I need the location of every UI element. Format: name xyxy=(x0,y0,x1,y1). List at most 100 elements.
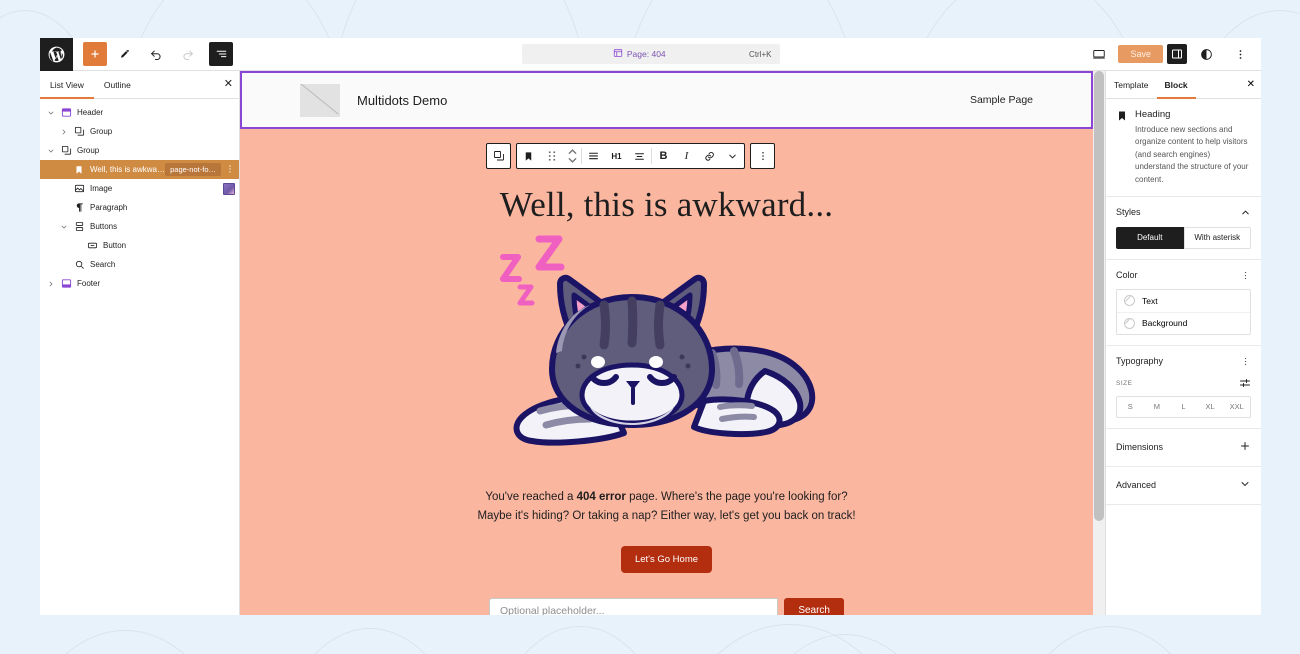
tab-block[interactable]: Block xyxy=(1157,71,1196,99)
more-options-icon[interactable] xyxy=(751,144,774,168)
bold-button[interactable]: B xyxy=(652,144,675,168)
plus-icon[interactable] xyxy=(1239,440,1251,455)
inspector-tabs: Template Block ✕ xyxy=(1106,71,1261,99)
page-404-content: Well, this is awkward... You've reached … xyxy=(240,129,1093,615)
list-view-row-buttons[interactable]: Buttons xyxy=(40,217,239,236)
move-up-down-icon[interactable] xyxy=(563,144,581,168)
undo-button[interactable] xyxy=(141,39,171,69)
list-view-row-paragraph[interactable]: Paragraph xyxy=(40,198,239,217)
align-text-center-icon[interactable] xyxy=(628,144,651,168)
list-view-row-button[interactable]: Button xyxy=(40,236,239,255)
wordpress-logo-icon[interactable] xyxy=(40,38,73,71)
canvas-scrollbar[interactable] xyxy=(1093,71,1105,615)
buttons-block-icon xyxy=(71,221,87,232)
heading-block-icon[interactable] xyxy=(517,144,540,168)
site-title[interactable]: Multidots Demo xyxy=(357,93,447,108)
tab-template[interactable]: Template xyxy=(1106,71,1157,99)
list-view-row-search[interactable]: Search xyxy=(40,255,239,274)
size-label: SIZE xyxy=(1116,380,1133,388)
block-card: Heading Introduce new sections and organ… xyxy=(1116,109,1251,186)
page-title[interactable]: Well, this is awkward... xyxy=(500,185,833,225)
more-options-icon[interactable] xyxy=(1240,356,1251,367)
footer-block-icon xyxy=(58,278,74,289)
list-view-row-label: Header xyxy=(77,108,104,117)
desktop-view-icon[interactable] xyxy=(1084,39,1114,69)
backdrop-arch xyxy=(10,630,240,654)
template-icon xyxy=(613,48,623,60)
font-size-xxl[interactable]: XXL xyxy=(1223,397,1250,417)
edit-tool-button[interactable] xyxy=(109,39,139,69)
sliders-icon[interactable] xyxy=(1239,377,1251,391)
color-row-background[interactable]: Background xyxy=(1117,311,1250,334)
nav-item-sample-page[interactable]: Sample Page xyxy=(970,94,1033,106)
list-view-row-label: Group xyxy=(77,146,100,155)
more-options-icon[interactable] xyxy=(1240,270,1251,281)
editor-body: List View Outline ✕ Header Group Group Well… xyxy=(40,71,1261,615)
style-with-asterisk-button[interactable]: With asterisk xyxy=(1183,226,1251,249)
sleeping-cat-illustration[interactable] xyxy=(488,231,846,466)
chevron-right-icon[interactable] xyxy=(44,280,58,288)
search-block-icon xyxy=(71,259,87,270)
styles-section-header[interactable]: Styles xyxy=(1116,207,1251,218)
close-icon[interactable]: ✕ xyxy=(224,79,233,90)
italic-button[interactable]: I xyxy=(675,144,698,168)
heading-level-button[interactable]: H1 xyxy=(605,144,628,168)
tab-list-view[interactable]: List View xyxy=(40,71,94,99)
list-view-row-label: Image xyxy=(90,184,113,193)
canvas-scrollbar-thumb[interactable] xyxy=(1094,71,1104,521)
list-view-row-footer[interactable]: Footer xyxy=(40,274,239,293)
list-view-row-header[interactable]: Header xyxy=(40,103,239,122)
settings-sidebar-icon[interactable] xyxy=(1167,44,1187,64)
go-home-button[interactable]: Let's Go Home xyxy=(620,545,713,573)
text-align-icon[interactable] xyxy=(582,144,605,168)
chevron-down-icon[interactable] xyxy=(721,144,744,168)
save-button[interactable]: Save xyxy=(1118,45,1163,63)
list-view-toggle-button[interactable] xyxy=(209,42,233,66)
color-options: Text Background xyxy=(1116,288,1251,335)
chevron-down-icon[interactable] xyxy=(1239,478,1251,493)
font-size-s[interactable]: S xyxy=(1117,397,1144,417)
chevron-up-icon[interactable] xyxy=(1240,207,1251,218)
font-size-xl[interactable]: XL xyxy=(1197,397,1224,417)
list-view-row-image[interactable]: Image xyxy=(40,179,239,198)
search-submit-button[interactable]: Search xyxy=(784,597,844,615)
link-icon[interactable] xyxy=(698,144,721,168)
site-header-block[interactable]: Multidots Demo Sample Page xyxy=(240,71,1093,129)
list-view-row-group[interactable]: Group xyxy=(40,122,239,141)
list-view-row-label: Paragraph xyxy=(90,203,128,212)
block-title: Heading xyxy=(1135,109,1171,120)
list-view-row-group[interactable]: Group xyxy=(40,141,239,160)
command-center-button[interactable]: Page: 404 Ctrl+K xyxy=(521,44,780,64)
drag-handle-icon[interactable] xyxy=(540,144,563,168)
group-block-icon xyxy=(58,145,74,156)
styles-contrast-icon[interactable] xyxy=(1191,39,1221,69)
chevron-right-icon[interactable] xyxy=(57,128,71,136)
font-size-m[interactable]: M xyxy=(1144,397,1171,417)
site-logo-placeholder-icon[interactable] xyxy=(300,83,340,117)
image-thumbnail xyxy=(223,182,235,195)
redo-button[interactable] xyxy=(173,39,203,69)
more-options-icon[interactable] xyxy=(1225,39,1255,69)
add-block-button[interactable] xyxy=(83,42,107,66)
chevron-down-icon[interactable] xyxy=(44,109,58,117)
styles-title: Styles xyxy=(1116,207,1141,218)
chevron-down-icon[interactable] xyxy=(57,223,71,231)
search-input[interactable] xyxy=(489,597,779,615)
color-row-text[interactable]: Text xyxy=(1117,290,1250,312)
advanced-section[interactable]: Advanced xyxy=(1106,467,1261,505)
color-section: Color Text Background xyxy=(1106,260,1261,346)
close-icon[interactable]: ✕ xyxy=(1247,79,1255,90)
desc-line1-after: page. Where's the page you're looking fo… xyxy=(625,491,848,503)
dimensions-section[interactable]: Dimensions xyxy=(1106,429,1261,467)
backdrop-arch xyxy=(480,626,680,654)
top-bar-left-tools xyxy=(40,38,233,71)
more-options-icon[interactable] xyxy=(225,164,235,176)
tab-outline[interactable]: Outline xyxy=(94,71,141,99)
typography-section-header: Typography xyxy=(1116,356,1251,367)
style-default-button[interactable]: Default xyxy=(1116,226,1184,249)
list-view-row-well-this-is-awkward[interactable]: Well, this is awkward… page-not-fo… xyxy=(40,160,239,179)
font-size-l[interactable]: L xyxy=(1170,397,1197,417)
page-description[interactable]: You've reached a 404 error page. Where's… xyxy=(477,488,857,526)
chevron-down-icon[interactable] xyxy=(44,147,58,155)
select-parent-block-icon[interactable] xyxy=(487,144,510,168)
